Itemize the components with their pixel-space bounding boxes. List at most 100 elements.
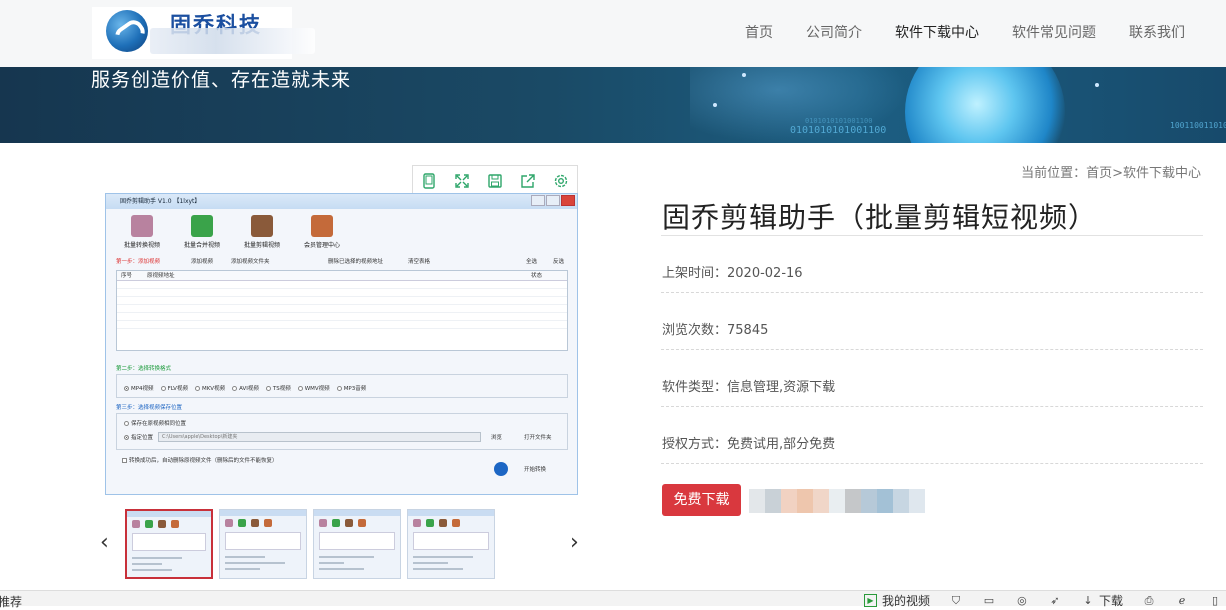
preview-toolbar: [412, 165, 578, 196]
tool-label: 批量转换视频: [123, 242, 160, 249]
blurred-region: [150, 28, 315, 54]
add-video-label: 添加视频: [191, 259, 214, 265]
format-options: MP4视频 FLV视频 MKV视频 AVI视频 TS视频 WMV视频 MP3音频: [124, 384, 366, 392]
recommend-label[interactable]: 推荐: [0, 593, 22, 610]
col-index: 序号: [121, 273, 133, 279]
logo-mark-icon: [106, 10, 148, 52]
tool-label: 会员管理中心: [303, 242, 340, 249]
clapper-icon: [251, 215, 273, 237]
window-icon[interactable]: ▯: [1208, 594, 1222, 608]
banner-dot: [742, 73, 746, 77]
nav-item-about[interactable]: 公司简介: [806, 22, 862, 42]
banner-dot: [1095, 83, 1099, 87]
start-label: 开始转换: [524, 467, 547, 473]
start-convert-icon: [494, 462, 508, 476]
type-value: 信息管理,资源下载: [727, 380, 836, 395]
save-original-label: 保存在原视频相同位置: [131, 421, 187, 427]
license-row: 授权方式：免费试用,部分免费: [662, 433, 835, 452]
convert-tool: 批量转换视频: [120, 215, 164, 249]
minimize-icon: [531, 195, 545, 206]
rocket-icon[interactable]: ➶: [1048, 594, 1062, 608]
fullscreen-icon[interactable]: [446, 166, 479, 195]
custom-location-option: 指定位置: [124, 433, 153, 441]
download-label: 下载: [1098, 594, 1123, 608]
users-icon: [311, 215, 333, 237]
row-divider: [661, 292, 1203, 293]
release-date-row: 上架时间：2020-02-16: [662, 262, 803, 281]
speed-icon[interactable]: ◎: [1015, 594, 1029, 608]
next-arrow-icon[interactable]: ›: [570, 530, 579, 555]
col-path: 原视频地址: [147, 273, 175, 279]
product-title: 固乔剪辑助手（批量剪辑短视频）: [662, 201, 1098, 234]
prev-arrow-icon[interactable]: ‹: [100, 530, 109, 555]
browser-status-bar: 推荐 ▶ 我的视频 ⛉ ▭ ◎ ➶ ↓ 下载 ⎙ ℯ ▯: [0, 590, 1226, 609]
breadcrumb: 当前位置：首页>软件下载中心: [1021, 166, 1201, 181]
globe-graphic: [905, 67, 1065, 143]
my-videos-label: 我的视频: [881, 594, 930, 608]
film-reel-icon: [131, 215, 153, 237]
format-option: MP4视频: [131, 386, 154, 392]
phone-icon[interactable]: [413, 166, 446, 195]
shield-icon[interactable]: ⛉: [949, 594, 963, 608]
nav-item-downloads[interactable]: 软件下载中心: [895, 22, 979, 42]
banner-slogan: 服务创造价值、存在造就未来: [91, 69, 352, 91]
step3-label: 第三步：选择视频保存位置: [116, 405, 183, 411]
delete-selected-label: 删除已选择的视频地址: [328, 259, 384, 265]
image-icon[interactable]: ▭: [982, 594, 996, 608]
window-controls: [531, 195, 575, 206]
clip-tool: 批量剪辑视频: [240, 215, 284, 249]
blurred-region: [749, 489, 925, 513]
my-videos-button[interactable]: ▶ 我的视频: [863, 592, 930, 609]
thumbnail-strip: [125, 509, 495, 579]
close-icon: [561, 195, 575, 206]
type-label: 软件类型：: [662, 380, 728, 395]
app-window-title: 固乔剪辑助手 V1.0 【1lxyt】: [106, 194, 577, 209]
type-row: 软件类型：信息管理,资源下载: [662, 376, 835, 395]
title-divider: [661, 235, 1203, 236]
row-divider: [661, 463, 1203, 464]
share-icon[interactable]: [511, 166, 544, 195]
release-value: 2020-02-16: [727, 266, 803, 281]
browse-label: 浏览: [491, 435, 503, 441]
thumbnail-3[interactable]: [313, 509, 401, 579]
film-strip-icon: [191, 215, 213, 237]
thumbnail-2[interactable]: [219, 509, 307, 579]
banner-binary-faint: 0101010101001100: [805, 117, 873, 125]
top-navbar: 固乔科技 首页 公司简介 软件下载中心 软件常见问题 联系我们: [0, 0, 1226, 67]
thumbnail-4[interactable]: [407, 509, 495, 579]
ie-icon[interactable]: ℯ: [1175, 594, 1189, 608]
col-status: 状态: [531, 273, 543, 279]
clear-list-label: 清空表格: [408, 259, 431, 265]
open-folder-label: 打开文件夹: [524, 435, 552, 441]
merge-tool: 批量合并视频: [180, 215, 224, 249]
format-option: MKV视频: [201, 386, 226, 392]
save-original-option: 保存在原视频相同位置: [124, 419, 186, 427]
video-list-table: 序号 原视频地址 状态: [116, 270, 568, 351]
views-label: 浏览次数：: [662, 323, 728, 338]
app-toolbar: 批量转换视频 批量合并视频 批量剪辑视频 会员管理中心: [106, 209, 577, 249]
free-download-button[interactable]: 免费下载: [662, 484, 741, 516]
download-button[interactable]: ↓ 下载: [1081, 592, 1123, 609]
add-folder-label: 添加视频文件夹: [231, 259, 270, 265]
settings-icon[interactable]: [544, 166, 577, 195]
nav-item-faq[interactable]: 软件常见问题: [1012, 22, 1096, 42]
nav-item-contact[interactable]: 联系我们: [1129, 22, 1185, 42]
thumbnail-1[interactable]: [125, 509, 213, 579]
main-screenshot-preview[interactable]: 固乔剪辑助手 V1.0 【1lxyt】 批量转换视频 批量合并视频 批量剪辑视频…: [105, 193, 578, 495]
status-bar-tools: ▶ 我的视频 ⛉ ▭ ◎ ➶ ↓ 下载 ⎙ ℯ ▯: [863, 592, 1222, 609]
views-value: 75845: [727, 323, 769, 338]
step2-label: 第二步：选择转换格式: [116, 366, 172, 372]
license-label: 授权方式：: [662, 437, 728, 452]
play-icon: ▶: [863, 594, 877, 607]
banner-binary-text-right: 1001100110101: [1170, 121, 1226, 130]
hero-banner: 服务创造价值、存在造就未来 0101010101001100 010101010…: [0, 67, 1226, 143]
nav-item-home[interactable]: 首页: [745, 22, 773, 42]
delete-after-option: 转换成功后，自动删除原视频文件（删除后的文件不能恢复）: [122, 456, 278, 464]
printer-icon[interactable]: ⎙: [1142, 594, 1156, 608]
row-divider: [661, 349, 1203, 350]
tool-label: 批量剪辑视频: [243, 242, 280, 249]
release-label: 上架时间：: [662, 266, 728, 281]
save-icon[interactable]: [479, 166, 512, 195]
banner-dot: [713, 103, 717, 107]
format-option: MP3音频: [343, 386, 367, 392]
